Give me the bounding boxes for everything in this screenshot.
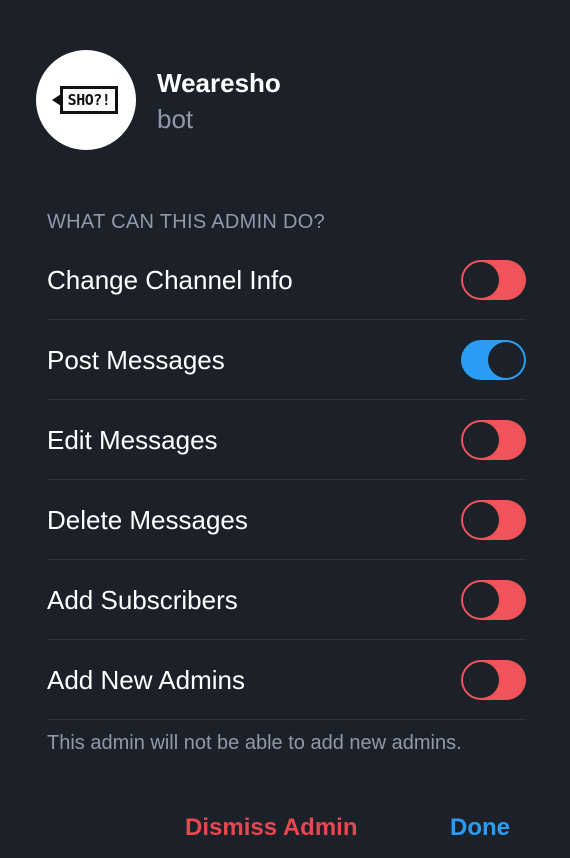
toggle-knob (463, 662, 499, 698)
permission-label: Change Channel Info (47, 265, 293, 295)
add-new-admins-toggle[interactable] (461, 660, 526, 700)
dismiss-admin-button[interactable]: Dismiss Admin (185, 812, 358, 844)
permissions-list: Change Channel Info Post Messages Edit M… (0, 240, 570, 720)
toggle-knob (463, 582, 499, 618)
section-header: WHAT CAN THIS ADMIN DO? (47, 211, 326, 233)
permission-row-change-channel-info[interactable]: Change Channel Info (0, 240, 570, 320)
edit-messages-toggle[interactable] (461, 420, 526, 460)
toggle-knob (488, 342, 524, 378)
permission-label: Add New Admins (47, 665, 245, 695)
sho-logo-icon: SHO?! (52, 86, 118, 114)
toggle-knob (463, 502, 499, 538)
permission-label: Delete Messages (47, 505, 248, 535)
permission-label: Edit Messages (47, 425, 218, 455)
permission-row-delete-messages[interactable]: Delete Messages (0, 480, 570, 560)
admin-rights-dialog: SHO?! Wearesho bot WHAT CAN THIS ADMIN D… (0, 0, 570, 858)
avatar: SHO?! (36, 50, 136, 150)
post-messages-toggle[interactable] (461, 340, 526, 380)
permission-row-post-messages[interactable]: Post Messages (0, 320, 570, 400)
permission-row-add-subscribers[interactable]: Add Subscribers (0, 560, 570, 640)
add-subscribers-toggle[interactable] (461, 580, 526, 620)
permission-row-add-new-admins[interactable]: Add New Admins (0, 640, 570, 720)
toggle-knob (463, 262, 499, 298)
change-channel-info-toggle[interactable] (461, 260, 526, 300)
permission-label: Add Subscribers (47, 585, 238, 615)
toggle-knob (463, 422, 499, 458)
permissions-footnote: This admin will not be able to add new a… (47, 732, 462, 754)
permission-label: Post Messages (47, 345, 225, 375)
delete-messages-toggle[interactable] (461, 500, 526, 540)
permission-row-edit-messages[interactable]: Edit Messages (0, 400, 570, 480)
bot-name: Wearesho (157, 68, 281, 98)
bot-subtitle: bot (157, 104, 194, 134)
logo-text: SHO?! (67, 90, 111, 109)
done-button[interactable]: Done (450, 812, 510, 844)
